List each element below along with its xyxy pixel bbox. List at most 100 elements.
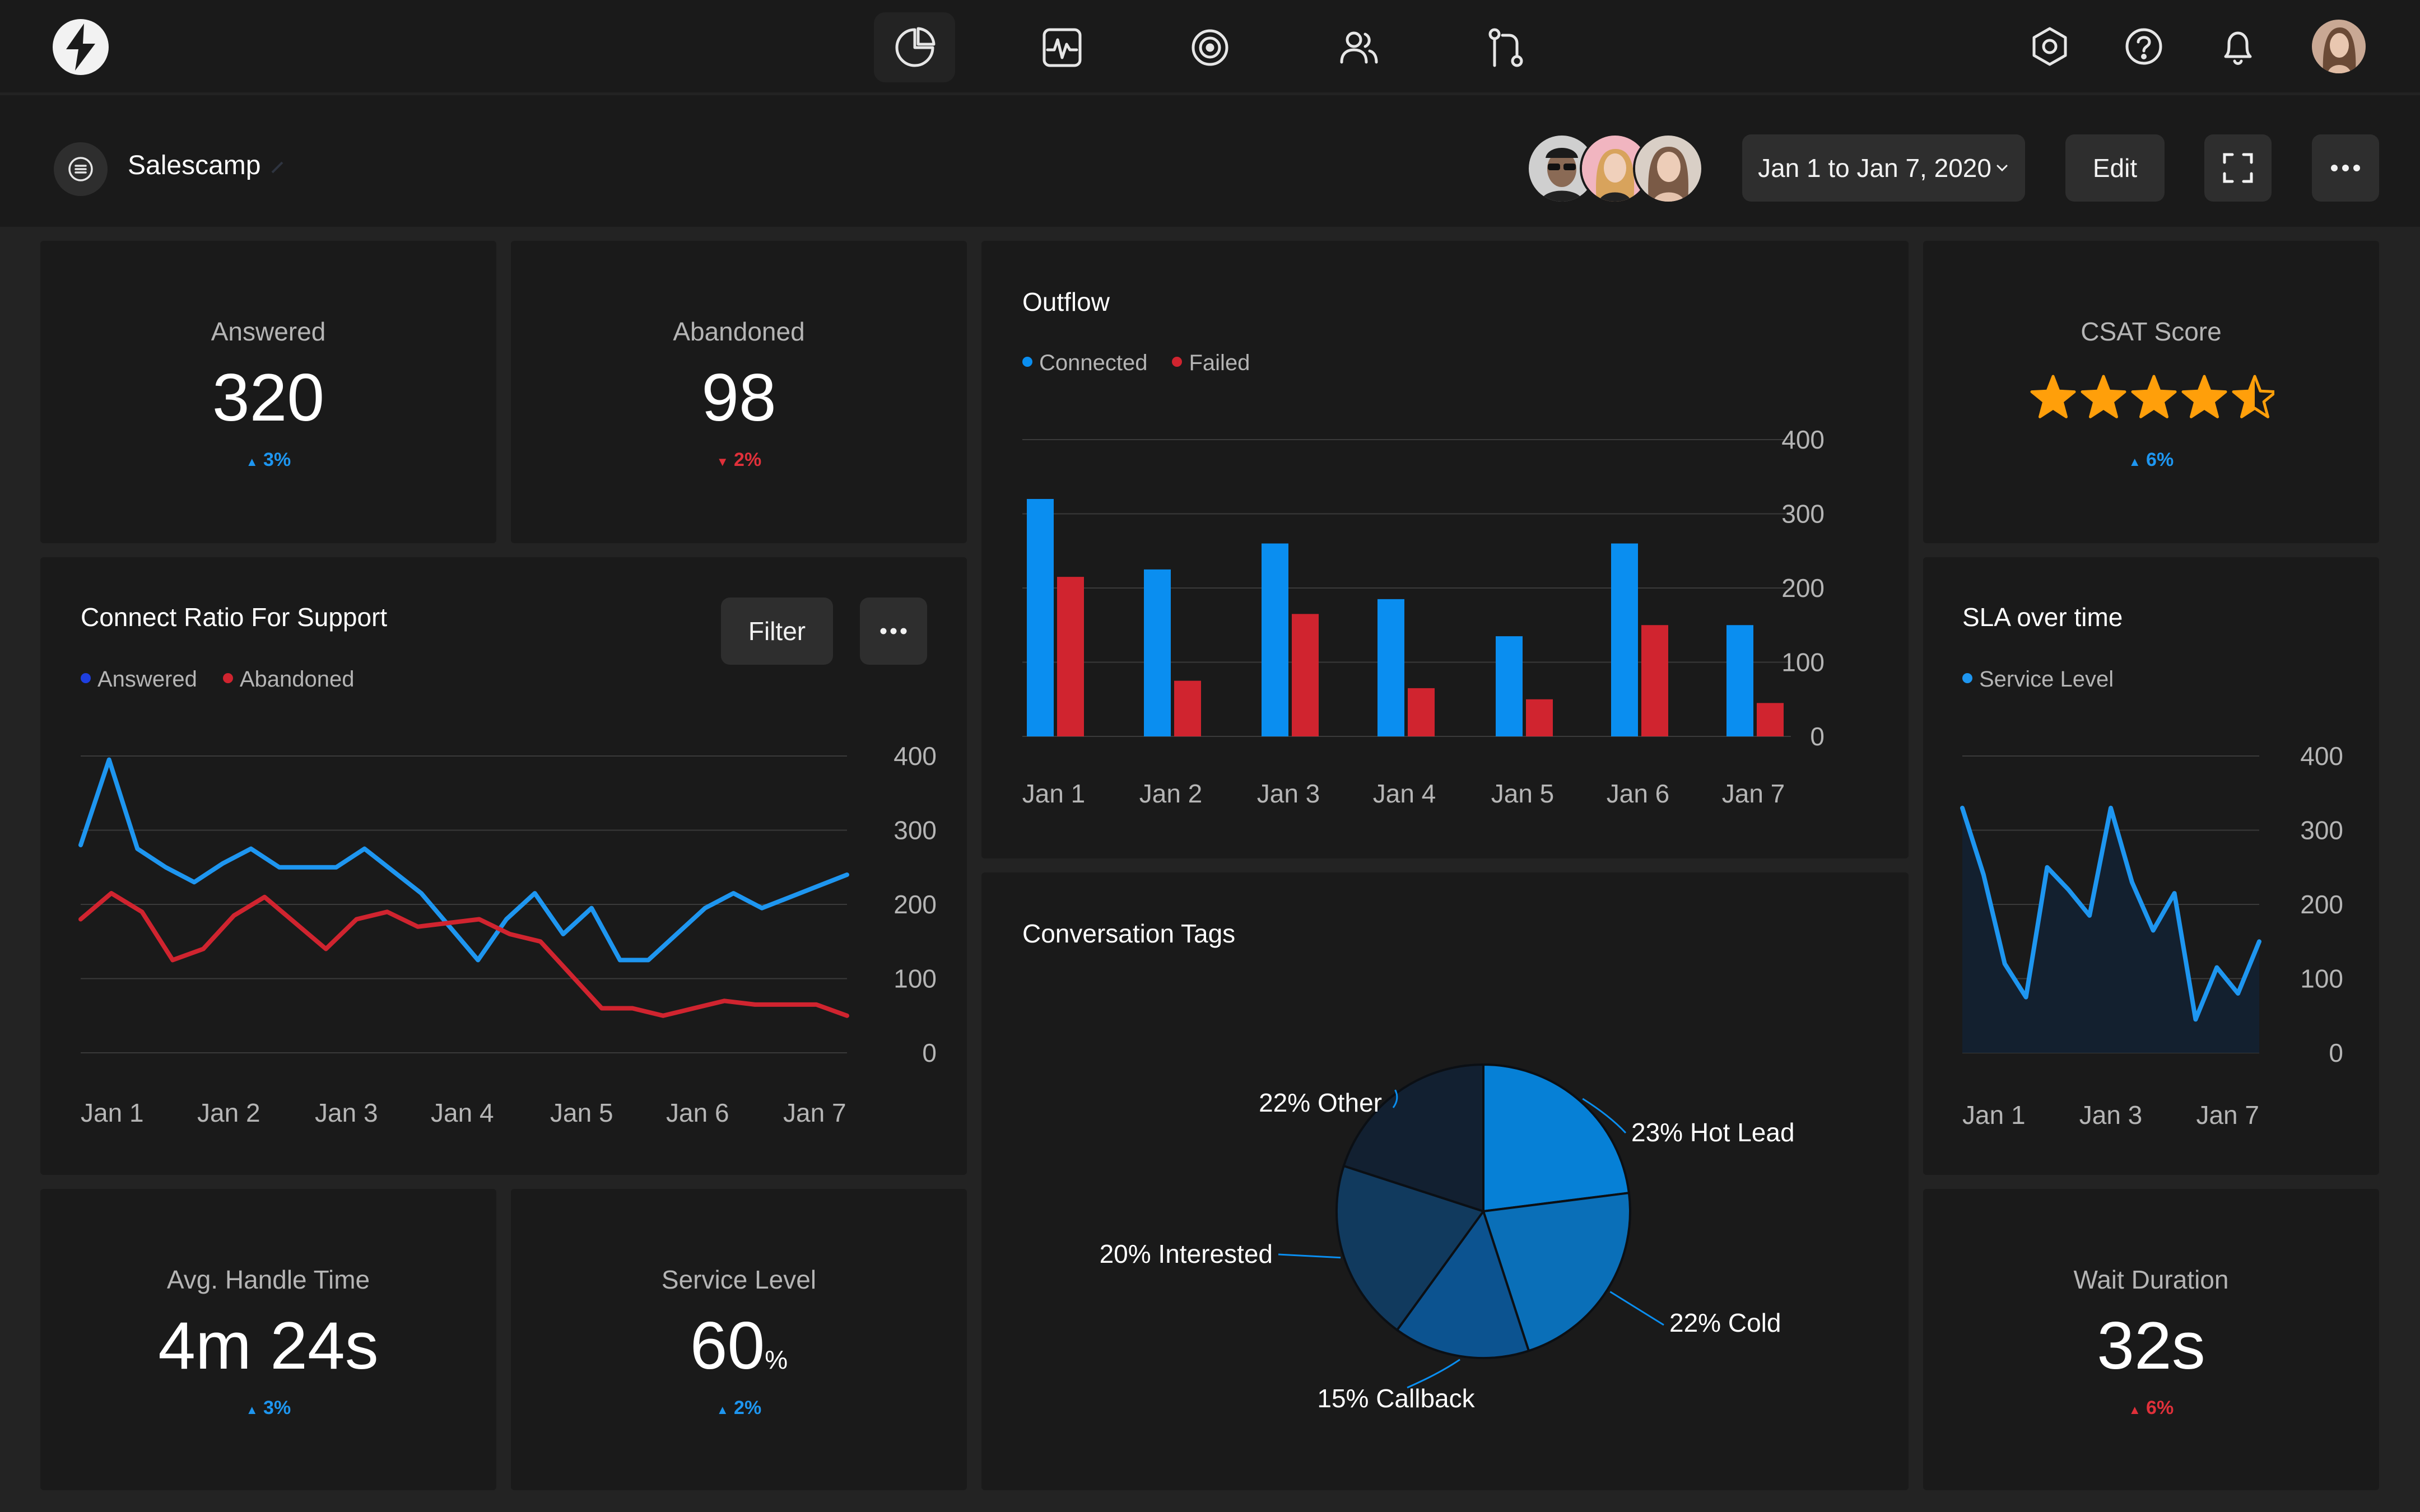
star-icon xyxy=(2081,375,2126,418)
csat-delta: ▲ 6% xyxy=(1923,449,2379,471)
help-button[interactable] xyxy=(2119,21,2169,72)
pie-label: 22% Cold xyxy=(1669,1308,1781,1337)
connect-ratio-line-chart: 0 100 200 300 400 Jan 1 Jan 2 Jan 3 Jan 4 Jan 5 Ja… xyxy=(78,741,937,1127)
aht-delta: ▲ 3% xyxy=(40,1397,496,1419)
y-tick-label: 200 xyxy=(893,890,937,919)
target-icon xyxy=(1192,29,1228,66)
settings-icon xyxy=(2032,27,2067,66)
x-tick-label: Jan 3 xyxy=(315,1098,378,1127)
x-tick-label: Jan 2 xyxy=(1139,779,1203,808)
help-icon xyxy=(2125,28,2162,65)
edit-button[interactable]: Edit xyxy=(2065,134,2165,202)
more-options-button[interactable] xyxy=(2312,134,2379,202)
service-level-delta: ▲ 2% xyxy=(511,1397,967,1419)
more-horizontal-icon xyxy=(2331,165,2360,171)
csat-label: CSAT Score xyxy=(2081,317,2222,346)
x-tick-label: Jan 2 xyxy=(197,1098,260,1127)
answered-label: Answered xyxy=(211,317,326,346)
date-range-value: Jan 1 to Jan 7, 2020 xyxy=(1758,153,1991,183)
date-range-select[interactable]: Jan 1 to Jan 7, 2020 xyxy=(1742,134,2025,202)
pie-slice xyxy=(1482,1063,1631,1213)
bar-connected xyxy=(1611,543,1638,736)
collaborator-avatar-3[interactable] xyxy=(1633,133,1704,204)
pie-leader-line xyxy=(1609,1291,1664,1326)
settings-button[interactable] xyxy=(2025,21,2075,72)
csat-card[interactable]: CSAT Score ▲ 6% xyxy=(1923,241,2379,543)
y-tick-label: 0 xyxy=(1810,722,1825,751)
nav-activity-tab[interactable] xyxy=(1021,12,1102,82)
aht-value: 4m 24s xyxy=(158,1308,379,1383)
nav-dashboard-tab[interactable] xyxy=(874,12,955,82)
star-icon xyxy=(2030,375,2076,418)
y-tick-label: 300 xyxy=(1781,500,1825,529)
abandoned-value: 98 xyxy=(701,360,776,435)
outflow-bar-chart: 0 100 200 300 400 Jan 1 Jan 2 Jan 3 Jan 4 Jan 5 Ja… xyxy=(1022,425,1825,808)
triangle-up-icon: ▲ xyxy=(2128,1403,2141,1417)
triangle-up-icon: ▲ xyxy=(2128,455,2141,469)
nav-team-tab[interactable] xyxy=(1318,12,1399,82)
service-level-value-row: 60% xyxy=(511,1312,967,1379)
x-tick-label: Jan 4 xyxy=(431,1098,494,1127)
bar-connected xyxy=(1377,599,1404,736)
pie-label: 22% Other xyxy=(1259,1088,1382,1117)
chevron-down-icon xyxy=(1997,165,2008,172)
x-tick-label: Jan 7 xyxy=(2196,1100,2259,1130)
y-tick-label: 300 xyxy=(893,816,937,845)
answered-value: 320 xyxy=(212,360,325,435)
abandoned-delta-value: 2% xyxy=(734,449,762,470)
conversation-tags-card: Conversation Tags 23% Hot Lead 22% Cold 15… xyxy=(981,872,1909,1490)
y-tick-label: 100 xyxy=(1781,648,1825,677)
edit-button-label: Edit xyxy=(2092,153,2138,183)
series-line-abandoned xyxy=(78,891,849,1018)
x-tick-label: Jan 7 xyxy=(1722,779,1785,808)
series-line-answered xyxy=(78,757,849,963)
list-icon xyxy=(68,157,93,181)
service-level-value: 60 xyxy=(690,1308,765,1383)
x-tick-label: Jan 5 xyxy=(550,1098,613,1127)
pie-leader-line xyxy=(1278,1253,1341,1259)
bar-connected xyxy=(1144,569,1171,736)
abandoned-card[interactable]: Abandoned 98 ▼ 2% xyxy=(511,241,967,543)
y-tick-label: 100 xyxy=(2300,964,2343,993)
fullscreen-icon xyxy=(2223,153,2253,183)
wait-duration-card[interactable]: Wait Duration 32s ▲ 6% xyxy=(1923,1189,2379,1490)
git-compare-icon xyxy=(1488,28,1523,67)
x-tick-label: Jan 7 xyxy=(783,1098,846,1127)
bar-connected xyxy=(1496,636,1523,736)
nav-goals-tab[interactable] xyxy=(1169,12,1250,82)
answered-card[interactable]: Answered 320 ▲ 3% xyxy=(40,241,496,543)
users-icon xyxy=(1340,31,1377,63)
y-tick-label: 200 xyxy=(2300,890,2343,919)
avg-handle-time-card[interactable]: Avg. Handle Time 4m 24s ▲ 3% xyxy=(40,1189,496,1490)
conversation-tags-pie-chart: 23% Hot Lead 22% Cold 15% Callback 20% Inte… xyxy=(1100,1063,1795,1413)
edit-name-icon[interactable] xyxy=(271,161,283,174)
bar-failed xyxy=(1641,625,1668,736)
star-icon xyxy=(2232,375,2274,418)
service-level-card[interactable]: Service Level 60% ▲ 2% xyxy=(511,1189,967,1490)
bar-failed xyxy=(1174,680,1201,736)
x-tick-label: Jan 4 xyxy=(1373,779,1436,808)
fullscreen-button[interactable] xyxy=(2204,134,2272,202)
csat-star-rating xyxy=(2030,375,2274,418)
x-tick-label: Jan 6 xyxy=(666,1098,729,1127)
aht-delta-value: 3% xyxy=(263,1397,291,1418)
x-tick-label: Jan 5 xyxy=(1491,779,1555,808)
triangle-up-icon: ▲ xyxy=(716,1403,729,1417)
user-avatar[interactable] xyxy=(2312,20,2366,73)
service-level-unit: % xyxy=(765,1345,788,1374)
aht-label: Avg. Handle Time xyxy=(166,1265,370,1294)
x-tick-label: Jan 1 xyxy=(81,1098,144,1127)
y-tick-label: 200 xyxy=(1781,573,1825,603)
top-navigation xyxy=(0,0,2420,92)
area-fill xyxy=(1962,808,2259,1053)
bar-connected xyxy=(1262,543,1288,736)
sla-card: SLA over time Service Level 0 100 200 300 40… xyxy=(1923,557,2379,1175)
menu-button[interactable] xyxy=(54,142,108,196)
activity-icon xyxy=(1043,28,1081,67)
notifications-button[interactable] xyxy=(2213,21,2263,72)
bar-connected xyxy=(1726,625,1753,736)
pie-label: 23% Hot Lead xyxy=(1631,1118,1795,1147)
nav-integrations-tab[interactable] xyxy=(1465,12,1546,82)
csat-delta-value: 6% xyxy=(2146,449,2174,470)
app-logo[interactable] xyxy=(52,18,110,76)
